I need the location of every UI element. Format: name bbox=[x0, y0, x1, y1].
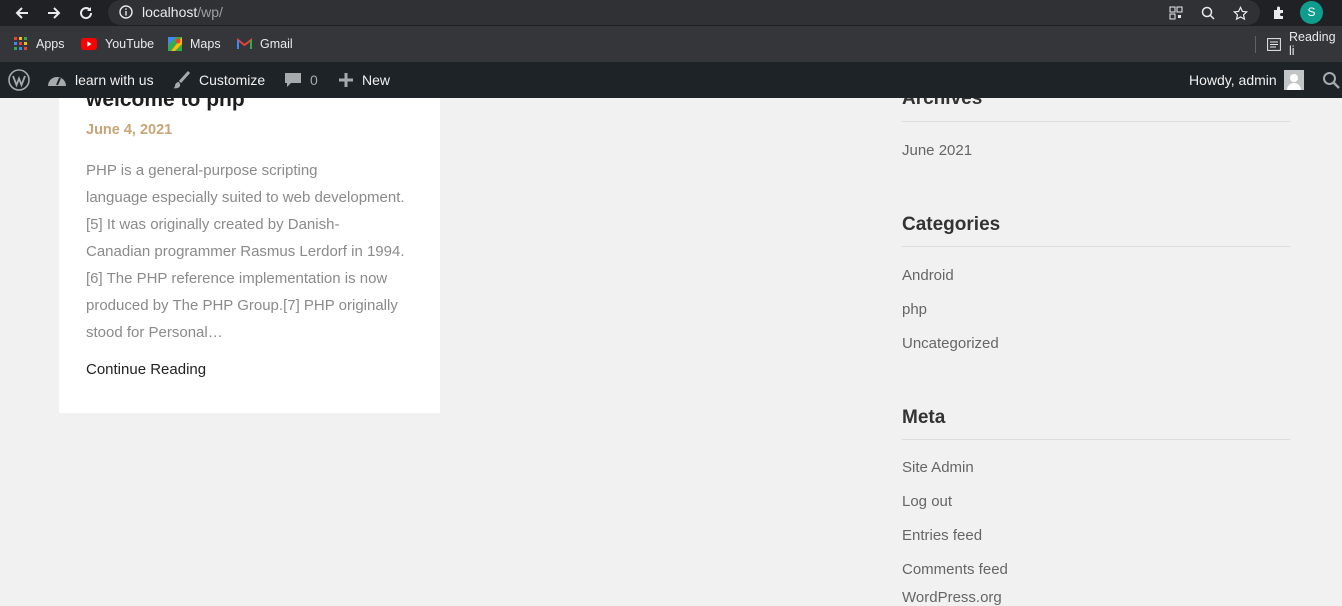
wp-admin-bar: learn with us Customize 0 New Howdy, adm… bbox=[0, 62, 1342, 98]
excerpt-line: [6] The PHP reference implementation is … bbox=[86, 270, 388, 287]
bookmark-youtube[interactable]: YouTube bbox=[81, 26, 154, 62]
meta-link-entries-feed[interactable]: Entries feed bbox=[902, 527, 982, 544]
category-link-uncategorized[interactable]: Uncategorized bbox=[902, 335, 999, 352]
excerpt-line: PHP is a general-purpose scripting bbox=[86, 162, 318, 179]
meta-title: Meta bbox=[902, 407, 946, 428]
gmail-icon bbox=[237, 38, 252, 50]
categories-divider bbox=[902, 246, 1290, 247]
browser-toolbar: localhost/wp/ S bbox=[0, 0, 1342, 26]
address-bar[interactable]: localhost/wp/ bbox=[108, 0, 1260, 25]
archives-divider bbox=[902, 121, 1290, 122]
qr-code-icon[interactable] bbox=[1165, 0, 1187, 26]
forward-arrow-icon[interactable] bbox=[42, 0, 66, 26]
reading-list[interactable]: Reading li bbox=[1267, 26, 1342, 62]
plus-icon bbox=[338, 72, 354, 88]
excerpt-line: produced by The PHP Group.[7] PHP origin… bbox=[86, 297, 398, 314]
excerpt-line: language especially suited to web develo… bbox=[86, 189, 405, 206]
apps-grid-icon bbox=[14, 37, 28, 51]
info-icon[interactable] bbox=[119, 5, 133, 24]
dashboard-gauge-icon bbox=[47, 71, 67, 89]
meta-link-log-out[interactable]: Log out bbox=[902, 493, 952, 510]
avatar bbox=[1283, 70, 1304, 90]
post-date[interactable]: June 4, 2021 bbox=[86, 122, 172, 138]
meta-divider bbox=[902, 439, 1290, 440]
bookmarks-bar: Apps YouTube Maps Gmail Reading li bbox=[0, 26, 1342, 62]
excerpt-line: Canadian programmer Rasmus Lerdorf in 19… bbox=[86, 243, 405, 260]
bookmark-star-icon[interactable] bbox=[1229, 0, 1251, 26]
paintbrush-icon bbox=[172, 70, 191, 90]
category-link-php[interactable]: php bbox=[902, 301, 927, 318]
back-arrow-icon[interactable] bbox=[10, 0, 34, 26]
zoom-icon[interactable] bbox=[1197, 0, 1219, 26]
categories-title: Categories bbox=[902, 214, 1001, 235]
category-link-android[interactable]: Android bbox=[902, 267, 954, 284]
bookmark-maps[interactable]: Maps bbox=[168, 26, 221, 62]
meta-link-wordpress-org[interactable]: WordPress.org bbox=[902, 589, 1002, 606]
comment-bubble-icon bbox=[284, 71, 302, 89]
meta-link-site-admin[interactable]: Site Admin bbox=[902, 459, 974, 476]
bookmark-gmail[interactable]: Gmail bbox=[237, 26, 293, 62]
youtube-icon bbox=[81, 38, 97, 50]
wordpress-logo-icon[interactable] bbox=[8, 62, 30, 98]
url-text: localhost/wp/ bbox=[142, 4, 223, 20]
post-excerpt: PHP is a general-purpose scripting langu… bbox=[86, 157, 416, 346]
new-content-link[interactable]: New bbox=[338, 62, 390, 98]
customize-link[interactable]: Customize bbox=[172, 62, 265, 98]
reload-icon[interactable] bbox=[74, 0, 98, 26]
reading-list-icon bbox=[1267, 37, 1281, 51]
bookmarks-divider bbox=[1255, 36, 1256, 53]
search-icon[interactable] bbox=[1322, 62, 1340, 98]
meta-link-comments-feed[interactable]: Comments feed bbox=[902, 561, 1008, 578]
excerpt-line: [5] It was originally created by Danish- bbox=[86, 216, 340, 233]
account-menu[interactable]: Howdy, admin bbox=[1189, 62, 1304, 98]
continue-reading-link[interactable]: Continue Reading bbox=[86, 361, 206, 378]
archive-link[interactable]: June 2021 bbox=[902, 142, 972, 159]
bookmark-apps[interactable]: Apps bbox=[14, 26, 65, 62]
excerpt-line: stood for Personal… bbox=[86, 324, 223, 341]
extensions-icon[interactable] bbox=[1268, 0, 1290, 26]
profile-avatar[interactable]: S bbox=[1300, 1, 1323, 24]
site-name-link[interactable]: learn with us bbox=[47, 62, 154, 98]
comments-link[interactable]: 0 bbox=[284, 62, 318, 98]
maps-icon bbox=[168, 37, 182, 51]
